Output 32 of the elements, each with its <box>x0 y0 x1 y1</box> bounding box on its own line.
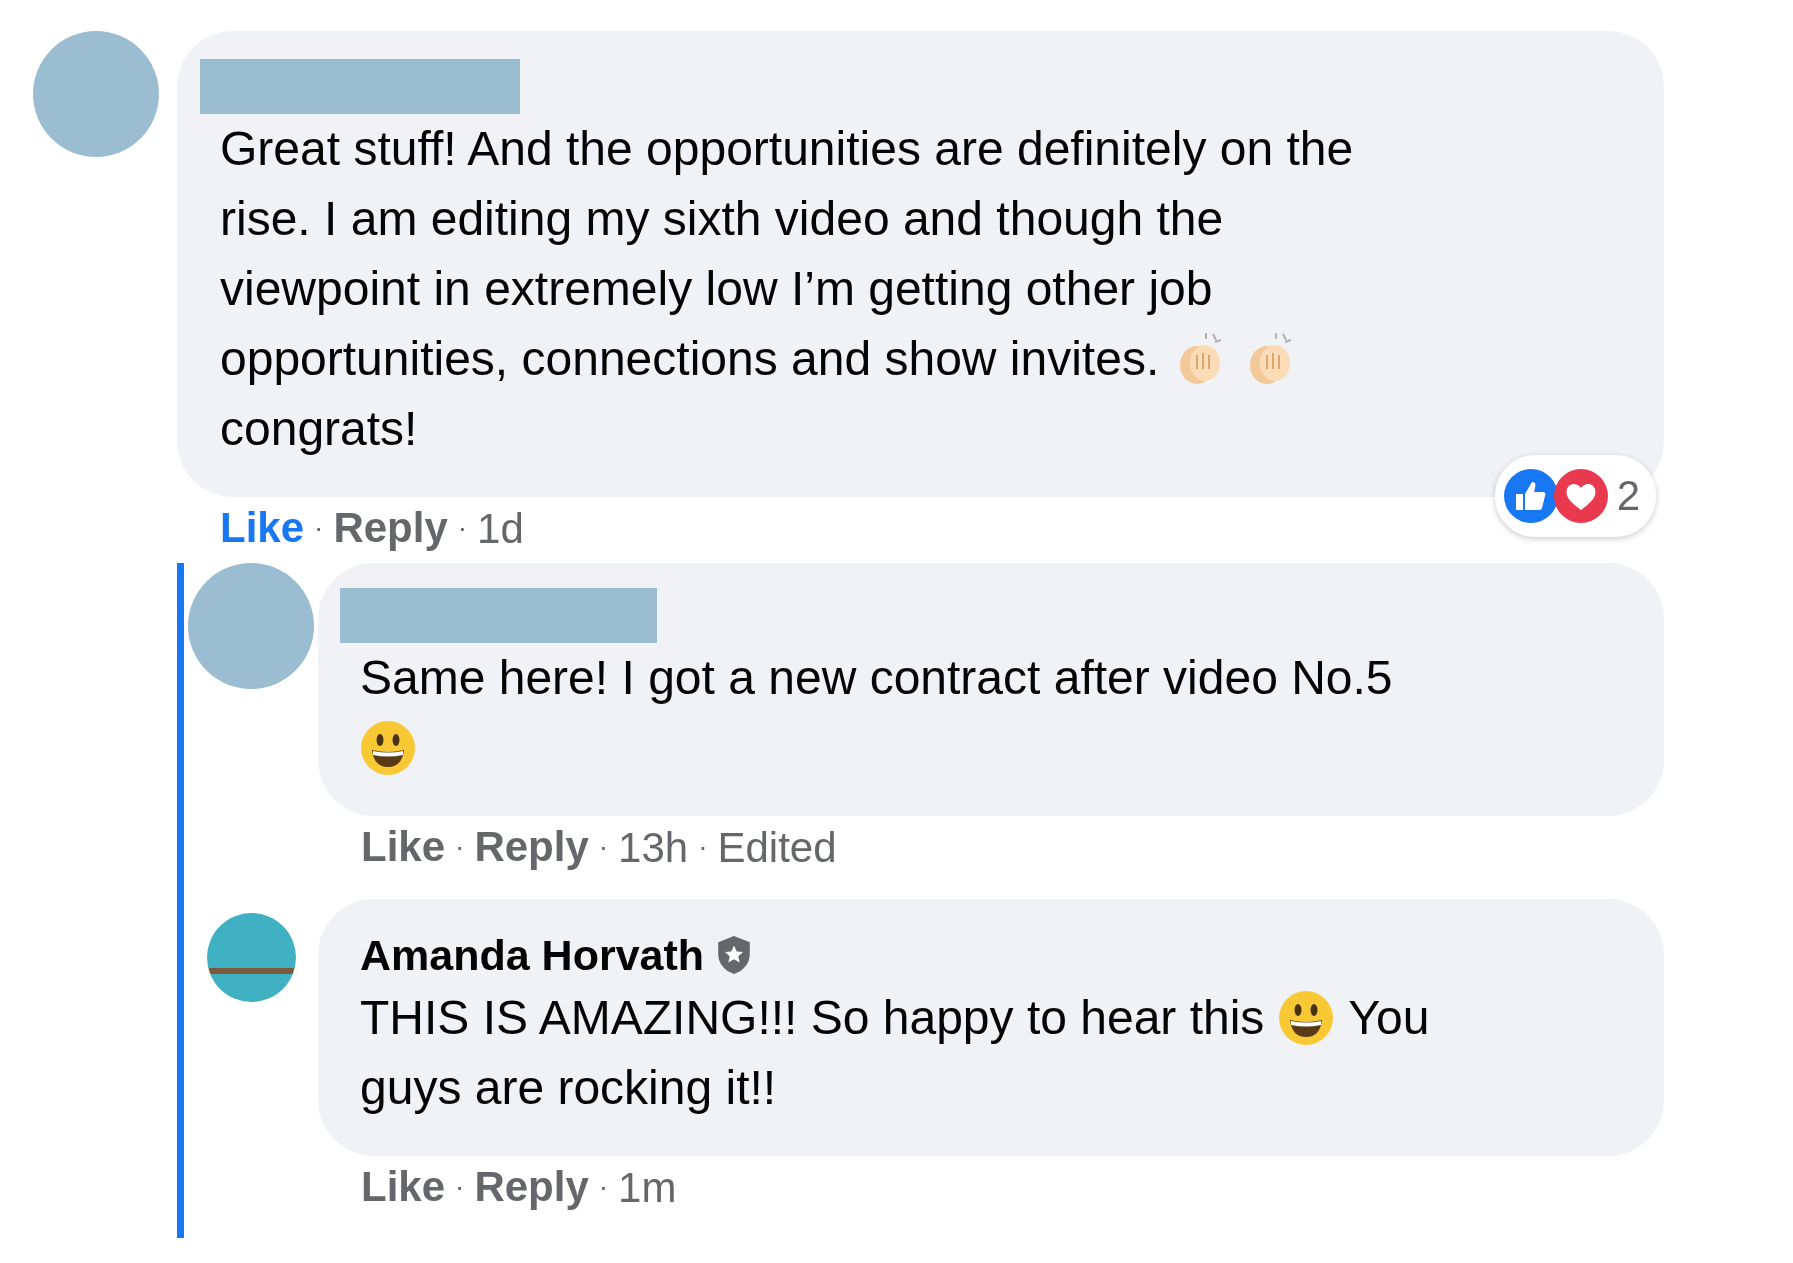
action-link[interactable]: Reply <box>474 826 589 868</box>
timestamp: 13h <box>618 822 689 873</box>
grinning-face-icon <box>360 720 416 776</box>
comment-text: viewpoint in extremely low I’m getting other job <box>220 261 1213 317</box>
separator-dot: · <box>698 830 708 864</box>
reaction-summary[interactable]: 2 <box>1494 455 1656 537</box>
separator-dot: · <box>598 1170 609 1204</box>
author-name[interactable]: Amanda Horvath <box>360 927 705 983</box>
timestamp: 1d <box>477 503 524 554</box>
separator-dot: · <box>455 830 465 864</box>
separator-dot: · <box>314 511 324 545</box>
thumbs-up-icon <box>1502 468 1559 524</box>
comment-text: Same here! I got a new contract after video No.5 <box>360 650 1393 706</box>
reaction-count: 2 <box>1616 471 1640 521</box>
action-link[interactable]: Reply <box>333 507 448 549</box>
comment-text: opportunities, connections and show invites. <box>220 331 1160 387</box>
comment-text: Great stuff! And the opportunities are definitely on the <box>220 121 1354 177</box>
action-link[interactable]: Like <box>361 826 446 868</box>
action-link[interactable]: Like <box>220 507 305 549</box>
action-link[interactable]: Like <box>361 1166 446 1208</box>
separator-dot: · <box>457 511 468 545</box>
separator-dot: · <box>455 1170 465 1204</box>
action-link[interactable]: Reply <box>474 1166 589 1208</box>
timestamp: 1m <box>618 1162 677 1213</box>
comment-text: guys are rocking it!! <box>360 1060 777 1116</box>
grinning-face-icon <box>1278 990 1335 1046</box>
comment-text: You <box>1348 990 1430 1046</box>
comment-text: THIS IS AMAZING!!! So happy to hear this <box>360 990 1265 1046</box>
comment-text: congrats! <box>220 401 418 457</box>
separator-dot: · <box>598 830 609 864</box>
comment-text: rise. I am editing my sixth video and though the <box>220 191 1224 247</box>
edited-label: Edited <box>717 822 837 873</box>
